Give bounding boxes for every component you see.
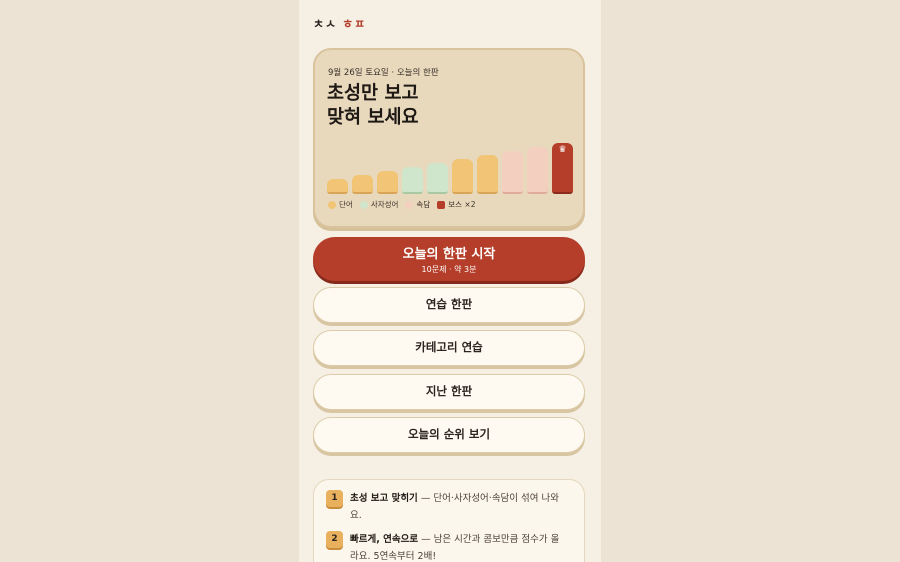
legend: 단어 사자성어 속담 보스 ×2 (328, 199, 475, 210)
practice-button[interactable]: 연습 한판 (313, 287, 585, 323)
difficulty-bar-word (477, 155, 498, 194)
rule-item: 2 빠르게, 연속으로 — 남은 시간과 콤보만큼 점수가 올라요. 5연속부터… (326, 531, 566, 562)
difficulty-bar-word (352, 175, 373, 194)
legend-swatch-boss (437, 200, 446, 209)
difficulty-bar-word (327, 179, 348, 194)
app-logo[interactable]: ㅊㅅ ㅎㅍ (313, 15, 366, 32)
logo-part-2: ㅎㅍ (342, 17, 367, 31)
rule-item: 1 초성 보고 맞히기 — 단어·사자성어·속담이 섞여 나와요. (326, 490, 566, 524)
legend-item-idiom: 사자성어 (359, 199, 399, 210)
legend-label-idiom: 사자성어 (370, 200, 399, 209)
crown-icon: ♛ (558, 145, 567, 155)
legend-item-proverb: 속담 (405, 199, 430, 210)
app-screen: ㅊㅅ ㅎㅍ 9월 26일 토요일 · 오늘의 한판 초성만 보고 맞혀 보세요 … (299, 0, 601, 562)
how-to-play-card: 1 초성 보고 맞히기 — 단어·사자성어·속담이 섞여 나와요. 2 빠르게,… (313, 479, 585, 562)
difficulty-bar-idiom (402, 167, 423, 194)
today-hero-card: 9월 26일 토요일 · 오늘의 한판 초성만 보고 맞혀 보세요 ♛ 단어 사… (313, 48, 585, 228)
rule-text: 초성 보고 맞히기 — 단어·사자성어·속담이 섞여 나와요. (350, 490, 566, 524)
start-button-label: 오늘의 한판 시작 (402, 247, 496, 262)
rule-number: 2 (326, 531, 343, 548)
legend-label-proverb: 속담 (416, 200, 431, 209)
legend-swatch-idiom (359, 200, 368, 209)
rule-title: 초성 보고 맞히기 (350, 493, 418, 504)
legend-label-word: 단어 (339, 200, 353, 209)
category-practice-button[interactable]: 카테고리 연습 (313, 330, 585, 366)
legend-swatch-proverb (405, 200, 414, 209)
difficulty-bar-word (377, 171, 398, 194)
difficulty-bar-proverb (527, 147, 548, 194)
start-today-button[interactable]: 오늘의 한판 시작 10문제 · 약 3분 (313, 237, 585, 281)
difficulty-bar-proverb (502, 151, 523, 194)
rule-text: 빠르게, 연속으로 — 남은 시간과 콤보만큼 점수가 올라요. 5연속부터 2… (350, 531, 566, 562)
difficulty-bar-boss: ♛ (552, 143, 573, 194)
legend-swatch-word (328, 200, 336, 209)
rule-title: 빠르게, 연속으로 (350, 534, 419, 545)
difficulty-bar-idiom (427, 163, 448, 194)
difficulty-bar-word (452, 159, 473, 194)
past-rounds-button[interactable]: 지난 한판 (313, 374, 585, 410)
today-ranking-button[interactable]: 오늘의 순위 보기 (313, 417, 585, 453)
start-button-sub: 10문제 · 약 3분 (421, 265, 477, 274)
legend-item-word: 단어 (328, 199, 353, 210)
logo-part-1: ㅊㅅ (313, 17, 338, 31)
legend-item-boss: 보스 ×2 (437, 199, 475, 210)
legend-label-boss: 보스 ×2 (448, 200, 476, 209)
rule-number: 1 (326, 490, 343, 507)
